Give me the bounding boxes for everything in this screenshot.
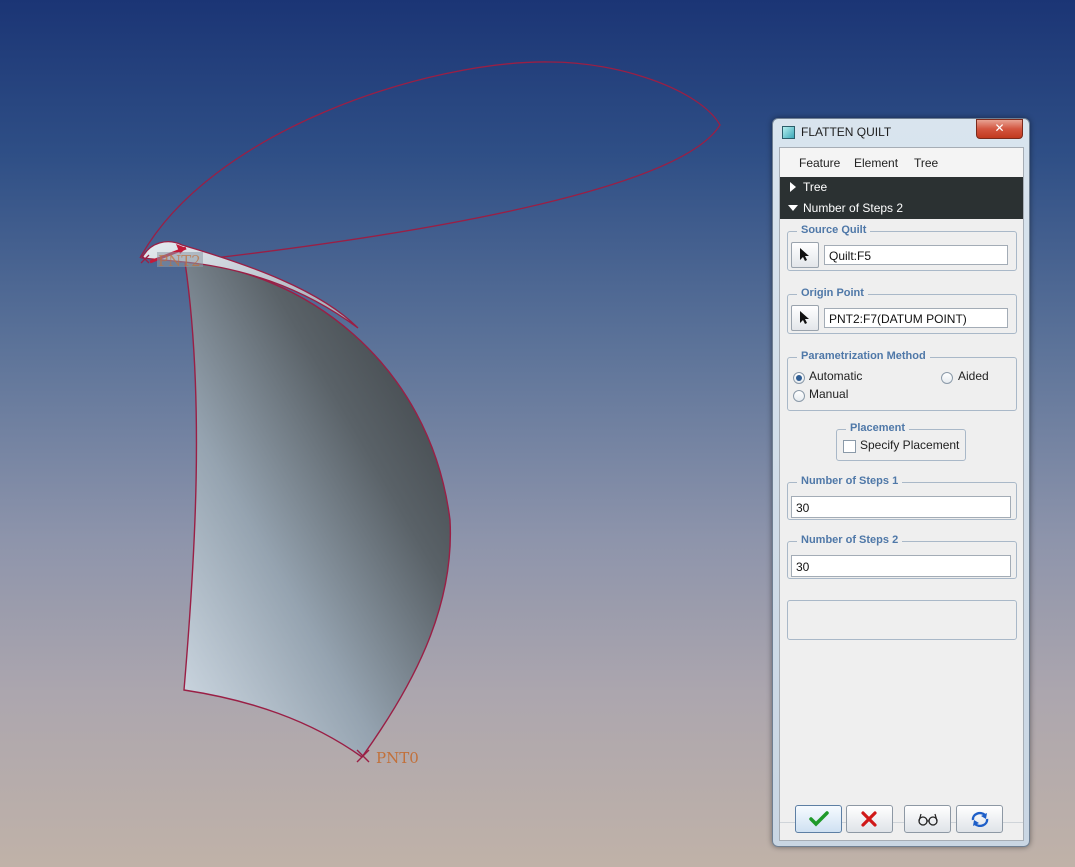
- steps1-box: Number of Steps 1 30: [787, 475, 1017, 520]
- dialog-body: Feature Element Tree Tree Number of Step…: [779, 147, 1024, 841]
- cursor-arrow-icon: [800, 248, 809, 261]
- dialog-footer: [779, 801, 1022, 841]
- steps1-group: [787, 600, 1017, 640]
- dialog-title: FLATTEN QUILT: [801, 125, 892, 139]
- ok-button[interactable]: [795, 805, 842, 833]
- regenerate-button[interactable]: [956, 805, 1003, 833]
- flatten-quilt-dialog: FLATTEN QUILT ✕ Feature Element Tree Tre…: [772, 118, 1030, 847]
- parametrization-group: Parametrization Method Automatic Aided M…: [787, 350, 1017, 411]
- dialog-titlebar[interactable]: FLATTEN QUILT ✕: [773, 119, 1029, 145]
- expand-arrow-icon: [790, 182, 796, 192]
- steps1-field[interactable]: 30: [791, 496, 1011, 518]
- tree-section-label: Tree: [803, 180, 828, 194]
- app-icon: [782, 126, 795, 139]
- quilt-surface[interactable]: [183, 261, 452, 758]
- radio-manual-label[interactable]: Manual: [809, 387, 848, 401]
- checkmark-icon: [809, 811, 829, 827]
- origin-point-field[interactable]: PNT2:F7(DATUM POINT): [824, 308, 1008, 328]
- collapse-arrow-icon: [788, 205, 798, 211]
- refresh-icon: [971, 811, 989, 827]
- x-icon: [861, 811, 877, 827]
- glasses-icon: [918, 813, 938, 826]
- specify-placement-label[interactable]: Specify Placement: [860, 438, 959, 452]
- menu-tree[interactable]: Tree: [914, 156, 938, 170]
- origin-point-group: Origin Point PNT2:F7(DATUM POINT): [787, 287, 1017, 334]
- source-quilt-field[interactable]: Quilt:F5: [824, 245, 1008, 265]
- radio-automatic[interactable]: [793, 372, 805, 384]
- steps1-title: Number of Steps 1: [797, 475, 903, 487]
- close-button[interactable]: ✕: [976, 119, 1023, 139]
- tree-section-header[interactable]: Tree: [780, 177, 1023, 198]
- radio-aided-label[interactable]: Aided: [958, 369, 989, 383]
- menu-bar: Feature Element Tree: [780, 148, 1023, 177]
- placement-group: Placement Specify Placement: [836, 422, 966, 461]
- pnt0-label: PNT0: [376, 749, 419, 767]
- menu-element[interactable]: Element: [854, 156, 898, 170]
- active-section-header[interactable]: Number of Steps 2: [780, 198, 1023, 219]
- cursor-arrow-icon: [800, 311, 809, 324]
- radio-automatic-label[interactable]: Automatic: [809, 369, 862, 383]
- origin-point-select-button[interactable]: [791, 305, 819, 331]
- steps2-title: Number of Steps 2: [797, 534, 903, 546]
- active-section-label: Number of Steps 2: [803, 201, 904, 215]
- steps2-field[interactable]: 30: [791, 555, 1011, 577]
- edge-curve-loop: [139, 61, 721, 263]
- parametrization-title: Parametrization Method: [797, 350, 930, 362]
- source-quilt-group: Source Quilt Quilt:F5: [787, 224, 1017, 271]
- menu-feature[interactable]: Feature: [799, 156, 840, 170]
- pnt2-label: PNT2: [158, 252, 201, 270]
- placement-title: Placement: [846, 422, 910, 434]
- steps2-box: Number of Steps 2 30: [787, 534, 1017, 579]
- radio-manual[interactable]: [793, 390, 805, 402]
- radio-aided[interactable]: [941, 372, 953, 384]
- source-quilt-select-button[interactable]: [791, 242, 819, 268]
- specify-placement-checkbox[interactable]: [843, 440, 856, 453]
- source-quilt-title: Source Quilt: [797, 224, 871, 236]
- origin-point-title: Origin Point: [797, 287, 868, 299]
- preview-button[interactable]: [904, 805, 951, 833]
- cancel-button[interactable]: [846, 805, 893, 833]
